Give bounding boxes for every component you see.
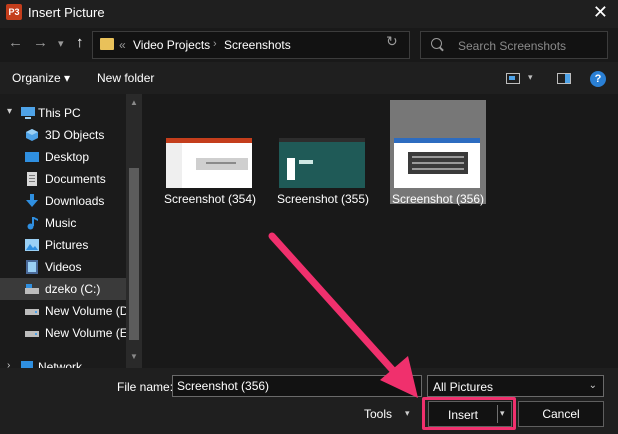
- pointer-arrow-annotation: [268, 232, 418, 398]
